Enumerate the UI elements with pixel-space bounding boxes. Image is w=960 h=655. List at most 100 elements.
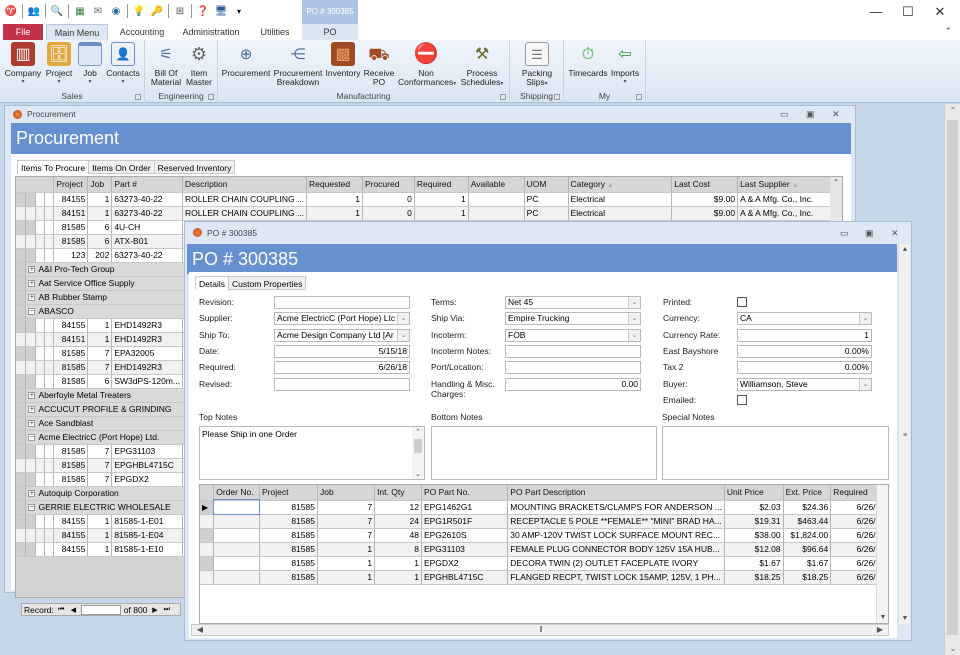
dialog-launcher-icon[interactable] bbox=[500, 94, 506, 100]
cell-part[interactable]: EPG31103 bbox=[111, 444, 183, 459]
expand-icon[interactable]: + bbox=[28, 420, 36, 428]
cell-part[interactable]: EPA32005 bbox=[111, 346, 183, 361]
dialog-launcher-icon[interactable] bbox=[554, 94, 560, 100]
row-indicator[interactable] bbox=[200, 528, 215, 543]
cell-ext[interactable]: $18.25 bbox=[783, 570, 832, 585]
cell-project[interactable]: 81585 bbox=[259, 570, 318, 585]
po-line-row[interactable]: 81585 7 48 EPG2610S 30 AMP-120V TWIST LOCK S… bbox=[200, 528, 888, 543]
row-indicator[interactable] bbox=[200, 556, 215, 571]
window-restore-button[interactable]: ▣ bbox=[865, 222, 874, 244]
cell-project[interactable]: 81585 bbox=[53, 444, 89, 459]
cell-order-no[interactable] bbox=[213, 570, 260, 585]
lines-vertical-scrollbar[interactable]: ▼ bbox=[876, 485, 888, 623]
scroll-up-icon[interactable]: ⌃ bbox=[828, 178, 844, 187]
cell-part[interactable]: EPG1R501F bbox=[421, 514, 509, 529]
cell-ext[interactable]: $96.64 bbox=[783, 542, 832, 557]
cell-last-supplier[interactable]: A & A Mfg. Co., Inc. bbox=[737, 206, 842, 221]
receive-po-button[interactable]: ⛟ Receive PO bbox=[362, 42, 396, 87]
bottom-notes-textarea[interactable] bbox=[431, 426, 657, 480]
cell-part[interactable]: SW3dPS-120m... bbox=[111, 374, 183, 389]
revised-input[interactable] bbox=[274, 377, 410, 391]
help-icon[interactable]: ❓ bbox=[196, 4, 210, 18]
tab-reserved-inventory[interactable]: Reserved Inventory bbox=[153, 160, 236, 174]
expand-icon[interactable]: + bbox=[28, 294, 36, 302]
chevron-down-icon[interactable]: ⌄ bbox=[859, 378, 871, 390]
grid-vertical-scrollbar[interactable]: ⌃ bbox=[830, 177, 842, 223]
first-record-icon[interactable]: ⏮ bbox=[57, 606, 66, 614]
cell-job[interactable]: 1 bbox=[87, 318, 113, 333]
cell-job[interactable]: 7 bbox=[87, 458, 113, 473]
cell-job[interactable]: 1 bbox=[87, 514, 113, 529]
cell-job[interactable]: 1 bbox=[87, 192, 113, 207]
window-minimize-button[interactable]: ▭ bbox=[780, 106, 789, 123]
ship-via-select[interactable]: Empire Trucking ⌄ bbox=[505, 312, 641, 326]
cell-qty[interactable]: 48 bbox=[374, 528, 422, 543]
minimize-button[interactable]: — bbox=[866, 4, 886, 19]
scroll-down-icon[interactable]: ▼ bbox=[897, 615, 913, 622]
chevron-down-icon[interactable]: ⌄ bbox=[859, 313, 871, 325]
col-job[interactable]: Job bbox=[87, 177, 113, 193]
po-line-row[interactable]: 81585 7 24 EPG1R501F RECEPTACLE 5 POLE **FEM… bbox=[200, 514, 888, 529]
cell-desc[interactable]: DECORA TWIN (2) OUTLET FACEPLATE IVORY bbox=[507, 556, 725, 571]
special-notes-textarea[interactable] bbox=[662, 426, 889, 480]
required-input[interactable]: 6/26/18 bbox=[274, 361, 410, 375]
tax-2-input[interactable]: 0.00% bbox=[737, 361, 872, 375]
cell-project[interactable]: 84155 bbox=[53, 514, 89, 529]
cell-project[interactable]: 84155 bbox=[53, 192, 89, 207]
tab-items-on-order[interactable]: Items On Order bbox=[88, 160, 155, 174]
cell-job[interactable]: 1 bbox=[87, 332, 113, 347]
cell-last-supplier[interactable]: A & A Mfg. Co., Inc. bbox=[737, 192, 842, 207]
col-po-part-description[interactable]: PO Part Description bbox=[507, 485, 725, 501]
cell-job[interactable]: 6 bbox=[87, 220, 113, 235]
col-part[interactable]: Part # bbox=[111, 177, 183, 193]
cell-order-no[interactable] bbox=[213, 556, 260, 571]
col-last-cost[interactable]: Last Cost bbox=[671, 177, 739, 193]
cell-project[interactable]: 81585 bbox=[53, 360, 89, 375]
cell-project[interactable]: 81585 bbox=[53, 374, 89, 389]
dialog-launcher-icon[interactable] bbox=[208, 94, 214, 100]
po-line-row[interactable]: 81585 1 1 EPGHBL4715C FLANGED RECPT, TWIST L… bbox=[200, 570, 888, 585]
cell-job[interactable]: 6 bbox=[87, 374, 113, 389]
window-restore-button[interactable]: ▣ bbox=[806, 106, 815, 123]
col-ext-price[interactable]: Ext. Price bbox=[783, 485, 832, 501]
row-indicator[interactable] bbox=[200, 514, 215, 529]
cell-uom[interactable]: PC bbox=[524, 192, 569, 207]
cell-unit[interactable]: $19.31 bbox=[724, 514, 784, 529]
non-conformances-button[interactable]: ⛔ Non Conformances▾ bbox=[398, 42, 456, 89]
cell-desc[interactable]: RECEPTACLE 5 POLE **FEMALE** "MINI" BRAD… bbox=[507, 514, 725, 529]
cell-part[interactable]: EPGDX2 bbox=[111, 472, 183, 487]
emailed-checkbox[interactable] bbox=[737, 394, 747, 405]
search-icon[interactable]: 🔍 bbox=[50, 4, 64, 18]
current-row-icon[interactable]: ▶ bbox=[200, 500, 215, 515]
dialog-launcher-icon[interactable] bbox=[636, 94, 642, 100]
scroll-up-icon[interactable]: ▲ bbox=[897, 246, 913, 253]
col-project[interactable]: Project bbox=[259, 485, 318, 501]
expand-icon[interactable]: + bbox=[28, 392, 36, 400]
col-int-qty[interactable]: Int. Qty bbox=[374, 485, 422, 501]
cell-requested[interactable]: 1 bbox=[306, 192, 363, 207]
col-requested[interactable]: Requested bbox=[306, 177, 363, 193]
close-button[interactable]: ✕ bbox=[930, 4, 950, 20]
tab-administration[interactable]: Administration bbox=[178, 24, 244, 40]
cell-part[interactable]: EPG1462G1 bbox=[421, 500, 509, 515]
cell-available[interactable] bbox=[468, 206, 525, 221]
col-order-no[interactable]: Order No. bbox=[213, 485, 260, 501]
cell-qty[interactable]: 1 bbox=[374, 570, 422, 585]
cell-project[interactable]: 81585 bbox=[53, 346, 89, 361]
cell-required[interactable]: 1 bbox=[414, 192, 469, 207]
cell-job[interactable]: 1 bbox=[87, 528, 113, 543]
chevron-down-icon[interactable]: ⌄ bbox=[397, 329, 409, 341]
cell-ext[interactable]: $1.67 bbox=[783, 556, 832, 571]
cell-part[interactable]: 4U-CH bbox=[111, 220, 183, 235]
incoterm-select[interactable]: FOB ⌄ bbox=[505, 328, 641, 342]
top-notes-textarea[interactable]: Please Ship in one Order ⌃ ⌄ bbox=[199, 426, 425, 480]
cell-part[interactable]: EPGHBL4715C bbox=[421, 570, 509, 585]
col-procured[interactable]: Procured bbox=[362, 177, 415, 193]
cell-part[interactable]: EHD1492R3 bbox=[111, 332, 183, 347]
cell-job[interactable]: 1 bbox=[317, 542, 376, 557]
screen-icon[interactable]: 🖥 bbox=[214, 4, 228, 18]
collapse-icon[interactable]: − bbox=[28, 504, 36, 512]
revision-input[interactable] bbox=[274, 296, 410, 309]
cell-order-no[interactable] bbox=[213, 542, 260, 557]
scrollbar-grip-icon[interactable]: ‖ bbox=[533, 625, 549, 634]
